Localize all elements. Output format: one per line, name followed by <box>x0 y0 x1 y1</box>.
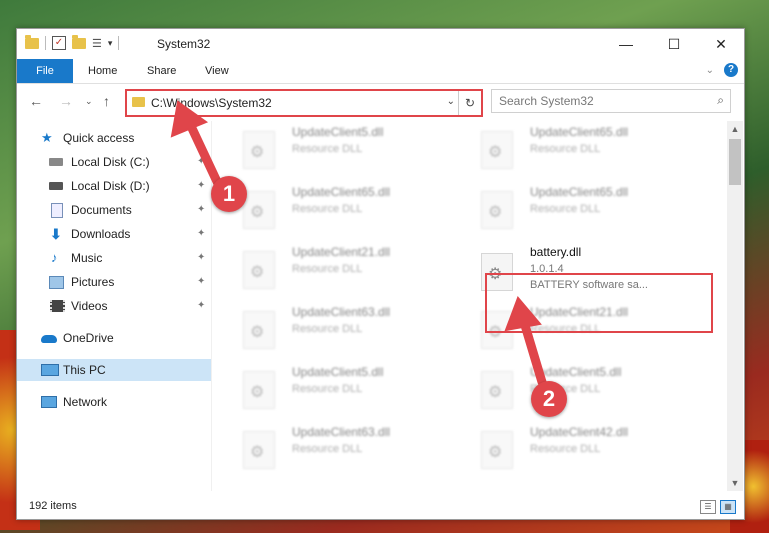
annotation-arrows <box>170 100 547 387</box>
callout-badge-2: 2 <box>531 381 567 417</box>
callout-badge-1: 1 <box>211 176 247 212</box>
callout-arrow-2 <box>519 317 547 387</box>
callout-arrow-1 <box>185 119 225 193</box>
callout-arrowhead-2 <box>504 296 542 332</box>
